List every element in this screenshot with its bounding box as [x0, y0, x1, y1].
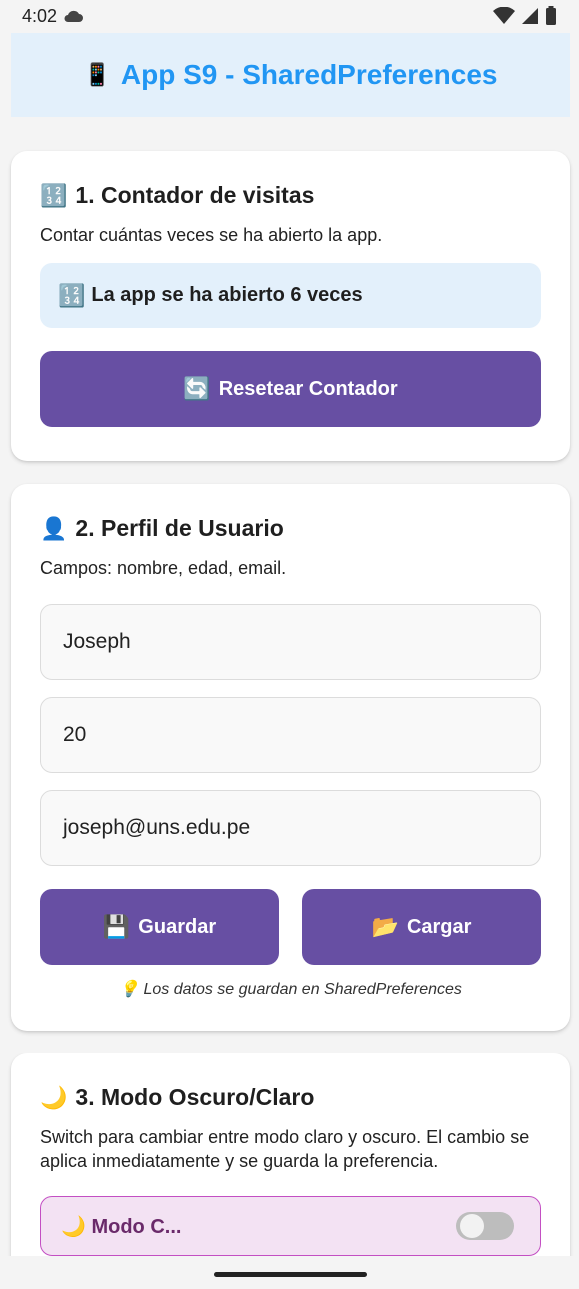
- mode-card: 🌙 3. Modo Oscuro/Claro Switch para cambi…: [11, 1053, 570, 1256]
- numbers-icon: 🔢: [40, 182, 68, 208]
- visit-count-text: La app se ha abierto 6 veces: [91, 284, 363, 306]
- email-field-value: joseph@uns.edu.pe: [63, 816, 251, 839]
- moon-icon: 🌙: [40, 1084, 68, 1110]
- load-button-label: Cargar: [406, 915, 472, 938]
- lightbulb-icon: 💡: [119, 981, 140, 998]
- profile-card-title-text: 2. Perfil de Usuario: [75, 515, 284, 541]
- age-field[interactable]: 20: [40, 697, 541, 773]
- status-right: [493, 6, 557, 26]
- numbers-icon: 🔢: [58, 282, 86, 308]
- name-field-value: Joseph: [63, 630, 131, 653]
- storage-note-text: Los datos se guardan en SharedPreference…: [143, 981, 462, 998]
- reset-counter-button[interactable]: 🔄 Resetear Contador: [40, 351, 541, 427]
- profile-card-description: Campos: nombre, edad, email.: [40, 558, 287, 578]
- mode-card-title-text: 3. Modo Oscuro/Claro: [75, 1084, 315, 1110]
- mode-card-description: Switch para cambiar entre modo claro y o…: [40, 1127, 530, 1171]
- gesture-nav-bar: [0, 1256, 579, 1289]
- name-field[interactable]: Joseph: [40, 604, 541, 680]
- counter-card-title-text: 1. Contador de visitas: [75, 182, 315, 208]
- status-bar: 4:02: [0, 0, 579, 32]
- cloud-icon: [64, 10, 84, 22]
- mode-card-title: 🌙 3. Modo Oscuro/Claro: [40, 1084, 541, 1111]
- wifi-icon: [493, 7, 515, 24]
- dark-mode-switch[interactable]: [456, 1212, 514, 1240]
- save-button[interactable]: 💾 Guardar: [40, 889, 279, 965]
- phone-icon: 📱: [83, 62, 111, 87]
- visit-count-box: 🔢 La app se ha abierto 6 veces: [40, 263, 541, 328]
- save-button-label: Guardar: [138, 915, 217, 938]
- switch-knob: [460, 1214, 484, 1238]
- floppy-disk-icon: 💾: [102, 914, 131, 939]
- counter-card: 🔢 1. Contador de visitas Contar cuántas …: [11, 151, 570, 461]
- profile-card-title: 👤 2. Perfil de Usuario: [40, 515, 541, 542]
- profile-button-row: 💾 Guardar 📂 Cargar: [40, 889, 541, 965]
- email-field[interactable]: joseph@uns.edu.pe: [40, 790, 541, 866]
- status-time: 4:02: [22, 5, 58, 26]
- counter-card-description: Contar cuántas veces se ha abierto la ap…: [40, 225, 383, 245]
- folder-icon: 📂: [371, 914, 399, 939]
- mode-switch-label: 🌙 Modo C...: [61, 1215, 182, 1238]
- app-header: 📱 App S9 - SharedPreferences: [11, 33, 570, 117]
- status-left: 4:02: [22, 5, 84, 27]
- profile-card: 👤 2. Perfil de Usuario Campos: nombre, e…: [11, 484, 570, 1031]
- user-icon: 👤: [40, 515, 68, 541]
- mode-switch-row[interactable]: 🌙 Modo C...: [40, 1196, 541, 1256]
- refresh-icon: 🔄: [183, 376, 211, 401]
- storage-note: 💡 Los datos se guardan en SharedPreferen…: [40, 979, 541, 999]
- reset-counter-label: Resetear Contador: [218, 377, 398, 400]
- battery-icon: [546, 6, 556, 25]
- signal-icon: [522, 8, 538, 24]
- scroll-viewport[interactable]: 🌙 3. Modo Oscuro/Claro Switch para cambi…: [0, 1053, 579, 1256]
- age-field-value: 20: [63, 723, 87, 746]
- app-title: 📱 App S9 - SharedPreferences: [84, 59, 498, 91]
- counter-card-title: 🔢 1. Contador de visitas: [40, 182, 541, 209]
- load-button[interactable]: 📂 Cargar: [302, 889, 541, 965]
- app-title-text: App S9 - SharedPreferences: [120, 59, 498, 90]
- home-gesture-handle[interactable]: [214, 1272, 367, 1277]
